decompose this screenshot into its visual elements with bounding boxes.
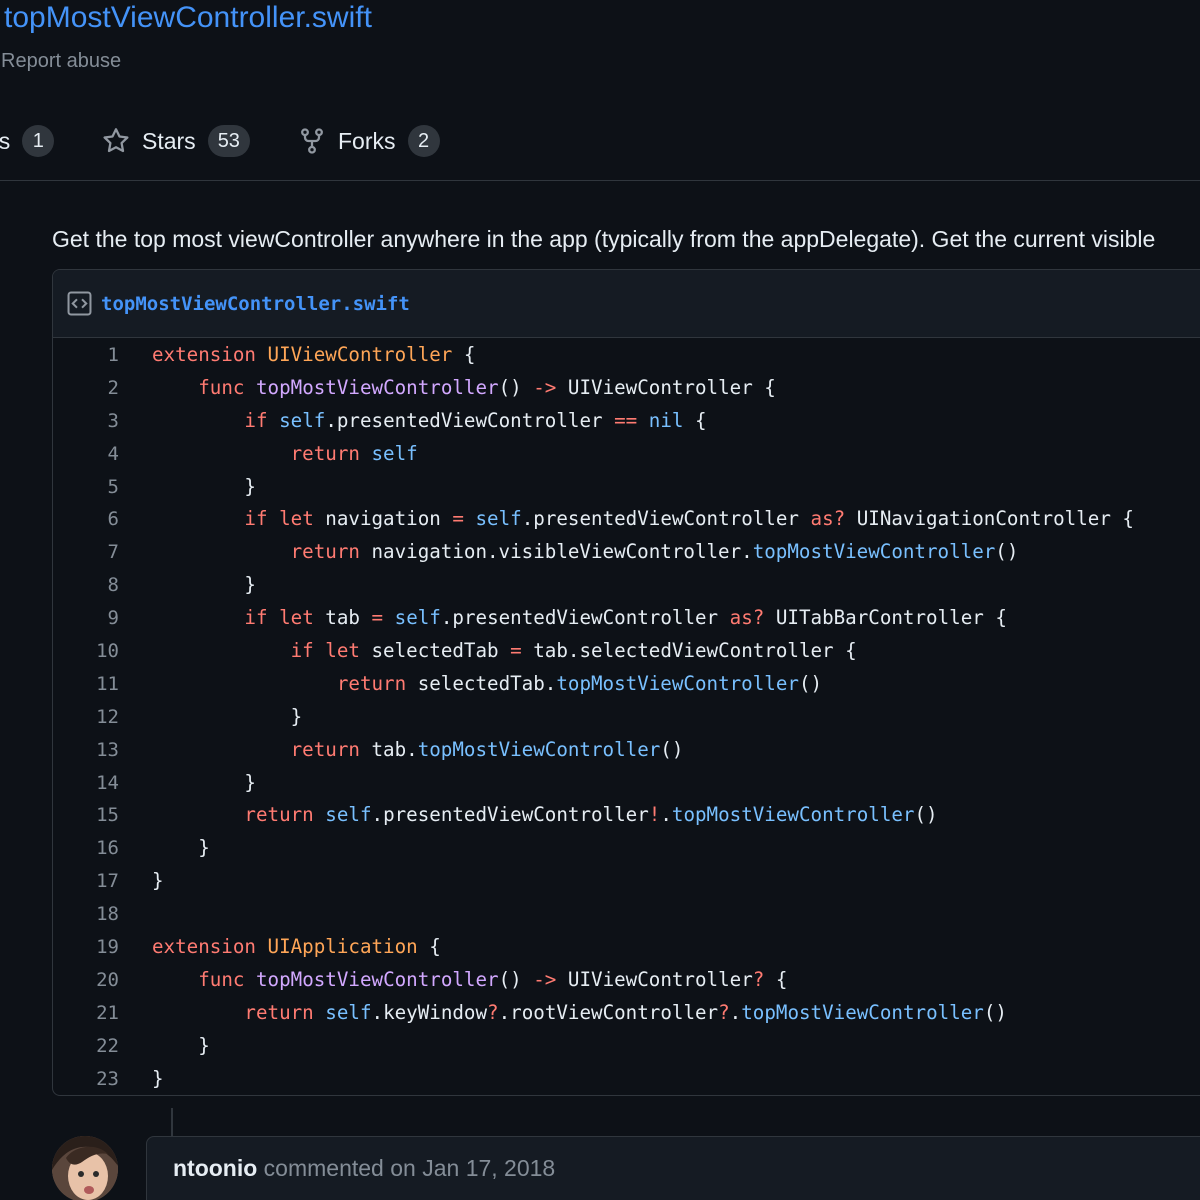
code-text: } [152,704,303,728]
star-icon [102,127,130,155]
code-text: if let navigation = self.presentedViewCo… [244,507,1134,531]
code-text: extension UIApplication { [152,935,441,959]
stars-label: Stars [142,127,196,154]
forks-count-badge: 2 [407,125,440,157]
code-text: return self.presentedViewController!.top… [244,803,938,827]
code-square-icon [66,290,93,317]
code-line: 11 return selectedTab.topMostViewControl… [53,668,1200,701]
code-text: } [152,770,256,794]
code-line: 4 return self [53,438,1200,471]
code-line: 23} [53,1063,1200,1095]
code-text: return self.keyWindow?.rootViewControlle… [244,1000,1007,1024]
line-number[interactable]: 12 [53,701,119,734]
gist-title-link[interactable]: topMostViewController.swift [4,0,372,40]
code-line: 18 [53,898,1200,931]
comment-box: ntoonio commented on Jan 17, 2018 [146,1136,1200,1200]
comment-meta: commented on Jan 17, 2018 [257,1155,556,1181]
line-number[interactable]: 17 [53,865,119,898]
avatar[interactable] [52,1136,118,1200]
line-number[interactable]: 23 [53,1063,119,1095]
comment-author-link[interactable]: ntoonio [173,1155,257,1181]
line-number[interactable]: 18 [53,898,119,931]
gist-page: topMostViewController.swift Report abuse… [0,0,1200,1200]
code-text: if self.presentedViewController == nil { [244,408,707,432]
line-number[interactable]: 15 [53,799,119,832]
line-number[interactable]: 14 [53,767,119,800]
line-number[interactable]: 19 [53,931,119,964]
code-line: 1 extension UIViewController { [53,339,1200,372]
code-text: func topMostViewController() -> UIViewCo… [198,375,776,399]
code-text: if let tab = self.presentedViewControlle… [244,606,1007,630]
code-text: return self [290,441,418,465]
code-line: 3 if self.presentedViewController == nil… [53,405,1200,438]
code-line: 9 if let tab = self.presentedViewControl… [53,602,1200,635]
gist-counters: ns 1 Stars 53 Forks 2 [0,120,1200,162]
file-header: topMostViewController.swift [53,270,1200,338]
code-line: 19 extension UIApplication { [53,931,1200,964]
line-number[interactable]: 5 [53,471,119,504]
code-text: func topMostViewController() -> UIViewCo… [198,967,788,991]
code-line: 14 } [53,767,1200,800]
code-text: return navigation.visibleViewController.… [290,540,1019,564]
line-number[interactable]: 22 [53,1030,119,1063]
gist-description: Get the top most viewController anywhere… [52,226,1156,252]
subscriptions-counter[interactable]: ns 1 [0,120,55,162]
line-number[interactable]: 8 [53,569,119,602]
code-text: } [152,1066,164,1090]
comment-header: ntoonio commented on Jan 17, 2018 [173,1153,555,1183]
code-line: 7 return navigation.visibleViewControlle… [53,536,1200,569]
code-text: } [152,869,164,893]
line-number[interactable]: 13 [53,734,119,767]
code-line: 13 return tab.topMostViewController() [53,734,1200,767]
line-number[interactable]: 7 [53,536,119,569]
repo-forked-icon [298,127,326,155]
line-number[interactable]: 1 [53,339,119,372]
code-text: } [152,573,256,597]
stars-counter[interactable]: Stars 53 [102,120,250,162]
code-line: 6 if let navigation = self.presentedView… [53,503,1200,536]
code-text: } [152,836,210,860]
code-line: 5 } [53,471,1200,504]
report-abuse-link[interactable]: Report abuse [1,48,121,74]
code-line: 22 } [53,1030,1200,1063]
forks-label: Forks [338,127,396,154]
code-line: 17} [53,865,1200,898]
line-number[interactable]: 10 [53,635,119,668]
code-text: return tab.topMostViewController() [290,737,684,761]
code-listing: 1 extension UIViewController { 2 func topM… [53,339,1200,1095]
code-line: 16 } [53,832,1200,865]
code-text: } [152,1033,210,1057]
code-text: if let selectedTab = tab.selectedViewCon… [290,639,857,663]
code-line: 8 } [53,569,1200,602]
code-text: return selectedTab.topMostViewController… [336,671,823,695]
code-line: 20 func topMostViewController() -> UIVie… [53,964,1200,997]
line-number[interactable]: 9 [53,602,119,635]
gist-file-box: topMostViewController.swift 1 extension U… [52,269,1200,1096]
line-number[interactable]: 6 [53,503,119,536]
line-number[interactable]: 20 [53,964,119,997]
code-line: 10 if let selectedTab = tab.selectedView… [53,635,1200,668]
code-text: } [152,474,256,498]
file-name-link[interactable]: topMostViewController.swift [101,293,410,315]
line-number[interactable]: 2 [53,372,119,405]
header-divider [0,180,1200,181]
line-number[interactable]: 11 [53,668,119,701]
line-number[interactable]: 21 [53,997,119,1030]
forks-counter[interactable]: Forks 2 [298,120,440,162]
line-number[interactable]: 3 [53,405,119,438]
subscriptions-count-badge: 1 [22,125,55,157]
code-text: extension UIViewController { [152,343,476,366]
line-number[interactable]: 16 [53,832,119,865]
code-line: 2 func topMostViewController() -> UIView… [53,372,1200,405]
code-line: 12 } [53,701,1200,734]
subscriptions-label: ns [0,127,11,154]
code-line: 21 return self.keyWindow?.rootViewContro… [53,997,1200,1030]
line-number[interactable]: 4 [53,438,119,471]
stars-count-badge: 53 [207,125,250,157]
code-line: 15 return self.presentedViewController!.… [53,799,1200,832]
